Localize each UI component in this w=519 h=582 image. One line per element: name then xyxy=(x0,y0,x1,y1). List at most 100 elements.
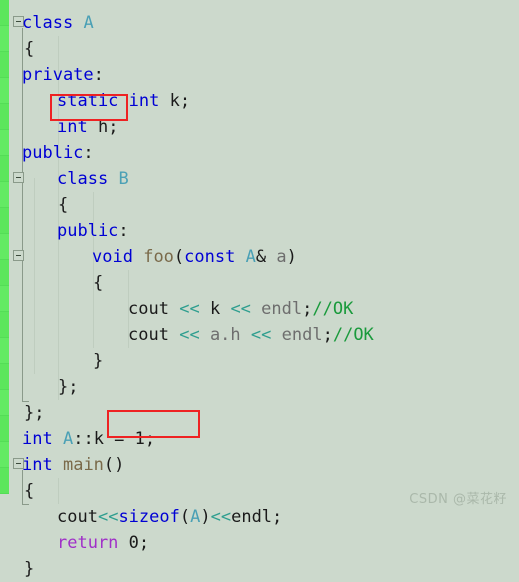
code-line[interactable]: { xyxy=(0,36,34,62)
code-line[interactable]: }; xyxy=(0,374,78,400)
code-token: : xyxy=(93,65,104,85)
code-token: cout xyxy=(57,507,98,527)
code-line[interactable]: } xyxy=(0,348,103,374)
code-token: : xyxy=(83,143,94,163)
code-token: A xyxy=(245,247,256,267)
code-token: 0 xyxy=(128,533,139,553)
code-token: } xyxy=(93,351,104,371)
code-token: ; xyxy=(138,533,150,553)
code-line[interactable]: int main() xyxy=(0,452,124,478)
code-token: int xyxy=(22,455,53,475)
code-token: B xyxy=(118,169,129,189)
code-token: << xyxy=(97,507,119,527)
code-line[interactable]: return 0; xyxy=(0,530,149,556)
code-token: const xyxy=(184,247,236,267)
code-line[interactable]: static int k; xyxy=(0,88,190,114)
code-token: { xyxy=(58,195,69,215)
code-line[interactable]: }; xyxy=(0,400,44,426)
code-token: k xyxy=(209,299,221,319)
code-line[interactable]: public: xyxy=(0,218,129,244)
code-line[interactable]: class B xyxy=(0,166,129,192)
code-token: a.h xyxy=(209,325,241,345)
code-token: ; xyxy=(272,507,283,527)
code-token: h; xyxy=(97,117,119,137)
code-token: ( xyxy=(179,507,191,527)
code-token: << xyxy=(230,299,251,319)
code-token: << xyxy=(179,299,200,319)
code-token: public xyxy=(22,143,84,163)
csdn-watermark: CSDN @菜花籽 xyxy=(409,492,507,507)
code-line[interactable]: class A xyxy=(0,10,94,36)
code-line[interactable]: cout<<sizeof(A)<<endl; xyxy=(0,504,282,530)
code-line[interactable]: { xyxy=(0,270,103,296)
code-token: { xyxy=(24,39,35,59)
code-token: ) xyxy=(286,247,297,267)
code-token: endl xyxy=(261,299,303,319)
code-token: endl xyxy=(281,325,323,345)
code-token: main xyxy=(62,455,104,475)
code-token: () xyxy=(103,455,125,475)
code-token: int xyxy=(22,429,53,449)
code-token: foo xyxy=(143,247,174,267)
code-token: public xyxy=(57,221,119,241)
code-token: a xyxy=(276,247,287,267)
code-token: }; xyxy=(24,403,45,423)
code-token: cout xyxy=(128,299,169,319)
code-token: A xyxy=(83,13,94,33)
code-line[interactable]: } xyxy=(0,556,34,582)
code-token: ; xyxy=(302,299,313,319)
code-line[interactable]: public: xyxy=(0,140,94,166)
code-line[interactable]: int A::k = 1; xyxy=(0,426,155,452)
code-token: cout xyxy=(128,325,169,345)
code-token: endl xyxy=(231,507,273,527)
code-token: A xyxy=(62,429,74,449)
code-token: { xyxy=(93,273,104,293)
code-line[interactable]: int h; xyxy=(0,114,118,140)
code-line[interactable]: private: xyxy=(0,62,104,88)
code-token: << xyxy=(250,325,272,345)
code-token: return xyxy=(57,533,119,553)
code-content[interactable]: class A{private: static int k; int h; publi… xyxy=(0,0,519,579)
code-line[interactable]: void foo(const A& a) xyxy=(0,244,297,270)
code-token: static xyxy=(57,91,119,111)
code-token: void xyxy=(92,247,133,267)
code-token: << xyxy=(179,325,200,345)
code-token: }; xyxy=(58,377,79,397)
code-line[interactable]: cout << a.h << endl;//OK xyxy=(0,322,374,348)
code-token: int xyxy=(57,117,88,137)
code-line[interactable]: { xyxy=(0,192,68,218)
code-token: ) xyxy=(200,507,211,527)
code-token: ::k = 1; xyxy=(73,429,156,449)
code-token: & xyxy=(255,247,267,267)
code-token: { xyxy=(24,481,35,501)
code-token: //OK xyxy=(312,299,354,319)
code-token: int xyxy=(128,91,160,111)
code-token: class xyxy=(57,169,109,189)
code-line[interactable]: cout << k << endl;//OK xyxy=(0,296,353,322)
code-line[interactable]: { xyxy=(0,478,34,504)
code-token: k; xyxy=(169,91,191,111)
code-token: : xyxy=(118,221,129,241)
code-token: } xyxy=(24,559,35,579)
code-token: A xyxy=(190,507,201,527)
code-token: //OK xyxy=(332,325,374,345)
